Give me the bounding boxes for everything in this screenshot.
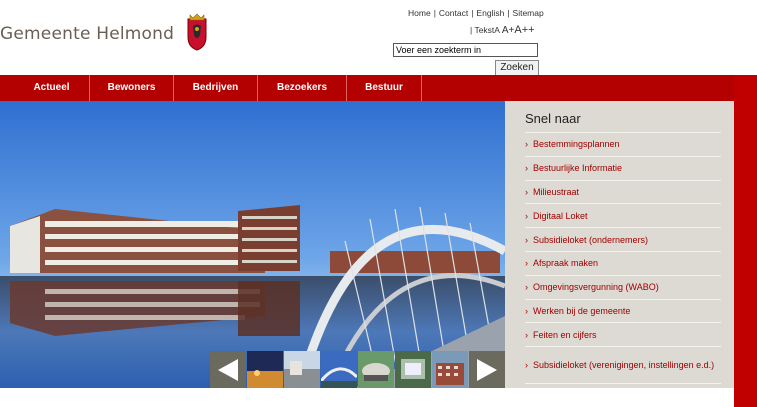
english-link[interactable]: English xyxy=(476,8,504,18)
text-size-a-plus-plus[interactable]: A++ xyxy=(514,24,534,36)
thumbnail-4[interactable] xyxy=(358,351,394,388)
hero-image xyxy=(0,101,505,388)
quick-link-bestuurlijke-informatie[interactable]: › Bestuurlijke Informatie xyxy=(525,155,721,180)
quick-link-subsidieloket-ondernemers[interactable]: › Subsidieloket (ondernemers) xyxy=(525,227,721,251)
quick-link-omgevingsvergunning[interactable]: › Omgevingsvergunning (WABO) xyxy=(525,274,721,299)
arrow-right-icon xyxy=(477,358,497,381)
coat-of-arms-icon xyxy=(187,13,207,51)
search-button[interactable]: Zoeken xyxy=(495,60,539,76)
sitemap-link[interactable]: Sitemap xyxy=(513,8,544,18)
chevron-right-icon: › xyxy=(525,305,528,316)
thumbnail-5[interactable] xyxy=(395,351,431,388)
previous-arrow-button[interactable] xyxy=(210,351,246,388)
quick-link-subsidieloket-verenigingen[interactable]: › Subsidieloket (verenigingen, instelling… xyxy=(525,346,721,385)
utility-links: Home | Contact | English | Sitemap xyxy=(408,8,544,18)
text-size-label: Tekst xyxy=(474,25,495,35)
quick-link-bestemmingsplannen[interactable]: › Bestemmingsplannen xyxy=(525,132,721,156)
quick-link-digitaal-loket[interactable]: › Digitaal Loket xyxy=(525,203,721,227)
quick-link-milieustraat[interactable]: › Milieustraat xyxy=(525,179,721,204)
chevron-right-icon: › xyxy=(525,186,528,197)
site-logo[interactable]: Gemeente Helmond xyxy=(0,24,174,44)
nav-bestuur[interactable]: Bestuur xyxy=(347,75,422,101)
brand-name: Gemeente Helmond xyxy=(0,24,175,44)
quick-links-title: Snel naar xyxy=(525,111,581,126)
quick-links-panel: Snel naar › Bestemmingsplannen › Bestuurli… xyxy=(505,101,734,388)
thumbnail-strip xyxy=(210,351,505,388)
nav-actueel[interactable]: Actueel xyxy=(14,75,90,101)
text-size-controls: | TekstA A+A++ xyxy=(470,24,535,36)
chevron-right-icon: › xyxy=(525,234,528,245)
thumbnail-1[interactable] xyxy=(247,351,283,388)
chevron-right-icon: › xyxy=(525,329,528,340)
chevron-right-icon: › xyxy=(525,163,528,174)
main-nav: Actueel Bewoners Bedrijven Bezoekers Bes… xyxy=(0,75,734,101)
chevron-right-icon: › xyxy=(525,282,528,293)
text-size-a[interactable]: A xyxy=(494,25,499,35)
home-link[interactable]: Home xyxy=(408,8,431,18)
chevron-right-icon: › xyxy=(525,210,528,221)
search-input[interactable]: Voer een zoekterm in xyxy=(393,43,538,57)
chevron-right-icon: › xyxy=(525,139,528,150)
chevron-right-icon: › xyxy=(525,360,528,371)
quick-link-feiten-en-cijfers[interactable]: › Feiten en cijfers xyxy=(525,322,721,346)
thumbnail-3[interactable] xyxy=(321,351,357,388)
nav-bedrijven[interactable]: Bedrijven xyxy=(174,75,258,101)
nav-bezoekers[interactable]: Bezoekers xyxy=(258,75,347,101)
thumbnail-6[interactable] xyxy=(432,351,468,388)
arrow-left-icon xyxy=(218,358,238,381)
thumbnail-2[interactable] xyxy=(284,351,320,388)
nav-bewoners[interactable]: Bewoners xyxy=(90,75,174,101)
contact-link[interactable]: Contact xyxy=(439,8,468,18)
next-arrow-button[interactable] xyxy=(469,351,505,388)
right-red-edge xyxy=(734,75,757,407)
quick-links-list: › Bestemmingsplannen › Bestuurlijke Inform… xyxy=(525,132,721,385)
quick-link-werken-bij-de-gemeente[interactable]: › Werken bij de gemeente xyxy=(525,298,721,323)
chevron-right-icon: › xyxy=(525,258,528,269)
quick-link-afspraak-maken[interactable]: › Afspraak maken xyxy=(525,250,721,275)
text-size-a-plus[interactable]: A+ xyxy=(502,25,515,36)
